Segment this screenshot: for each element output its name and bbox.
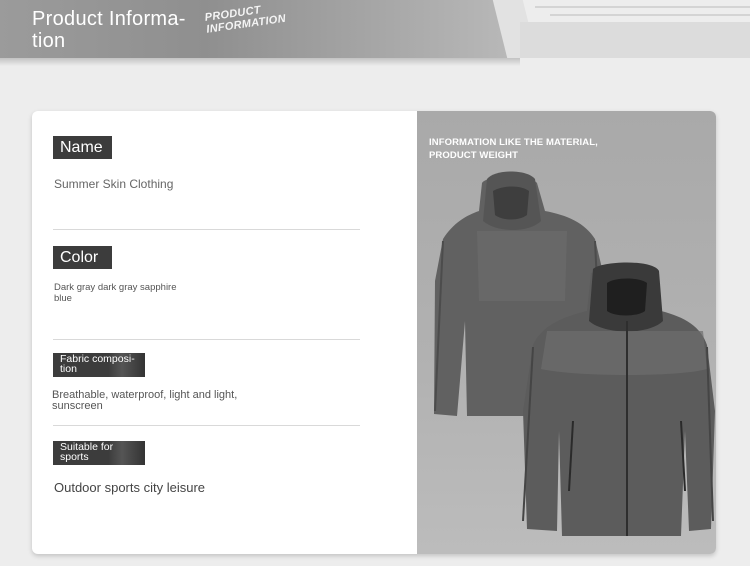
fabric-label: Fabric composi- tion (53, 353, 145, 377)
name-value: Summer Skin Clothing (54, 177, 174, 191)
divider (53, 339, 360, 340)
page-title: Product Informa- tion (32, 8, 186, 52)
image-caption: INFORMATION LIKE THE MATERIAL, PRODUCT W… (429, 137, 598, 161)
suitable-label: Suitable for sports (53, 441, 145, 465)
banner-line (550, 14, 750, 16)
info-column: Name Summer Skin Clothing Color Dark gra… (32, 111, 417, 554)
divider (53, 229, 360, 230)
product-info-card: Name Summer Skin Clothing Color Dark gra… (32, 111, 716, 554)
divider (53, 425, 360, 426)
banner-shadow (0, 58, 520, 66)
header-banner: Product Informa- tion PRODUCT INFORMATIO… (0, 0, 750, 66)
jacket-product-image (434, 171, 715, 536)
color-value: Dark gray dark gray sapphire blue (54, 282, 177, 304)
banner-right-block (520, 22, 750, 58)
name-label: Name (53, 136, 112, 159)
fabric-value: Breathable, waterproof, light and light,… (52, 389, 238, 412)
suitable-value: Outdoor sports city leisure (54, 480, 206, 495)
color-label: Color (53, 246, 112, 269)
product-image-panel: INFORMATION LIKE THE MATERIAL, PRODUCT W… (417, 111, 716, 554)
banner-line (535, 6, 750, 8)
